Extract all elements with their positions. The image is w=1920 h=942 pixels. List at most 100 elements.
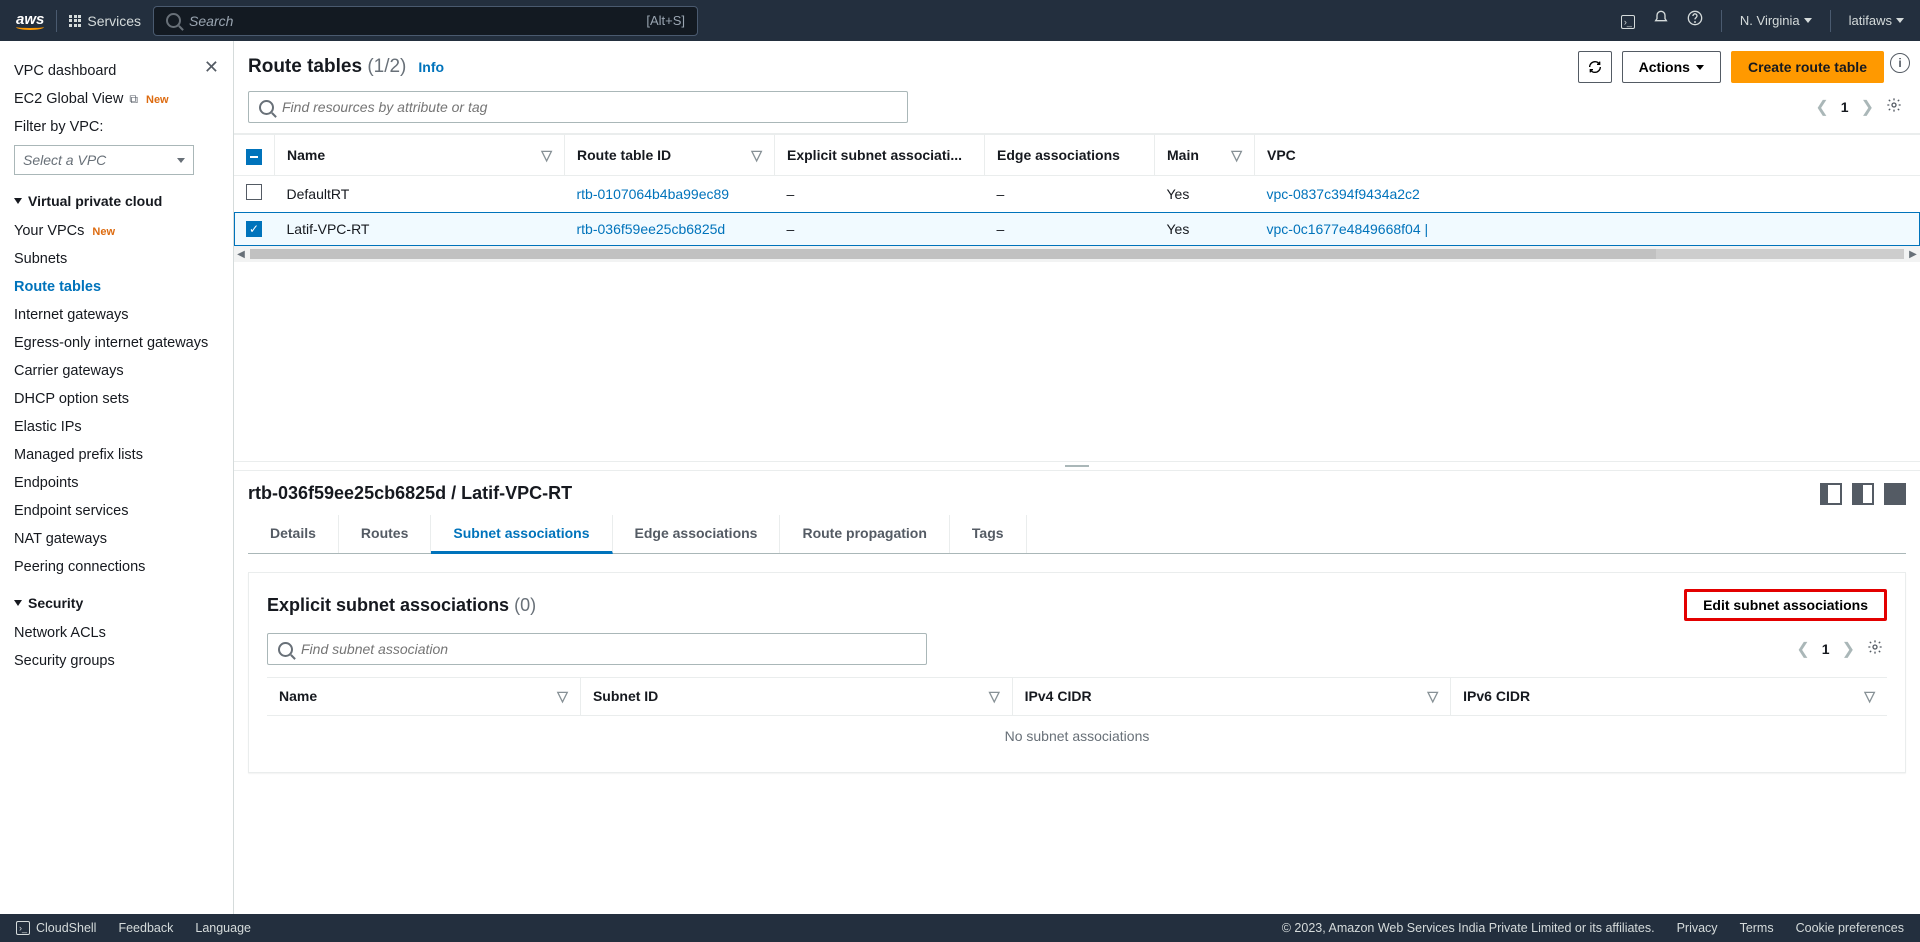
detail-title: rtb-036f59ee25cb6825d / Latif-VPC-RT [248,483,572,504]
sidebar-section-security[interactable]: Security [14,591,225,619]
sort-icon[interactable]: ▽ [1427,688,1438,705]
cloudshell-button[interactable]: ›_ CloudShell [16,921,96,935]
sort-icon[interactable]: ▽ [1864,688,1875,705]
sort-icon[interactable]: ▽ [989,688,1000,705]
grid-icon [69,15,81,27]
vpc-filter-select[interactable]: Select a VPC [14,145,194,175]
sidebar-section-vpc[interactable]: Virtual private cloud [14,189,225,217]
notifications-icon[interactable] [1653,10,1669,31]
info-panel-icon[interactable]: i [1890,53,1910,73]
gear-icon [1867,639,1883,655]
aws-logo[interactable]: aws [16,11,44,30]
tab-details[interactable]: Details [248,515,339,553]
cloudshell-icon[interactable]: ›_ [1621,12,1635,30]
sidebar-item-nat-gateways[interactable]: NAT gateways [14,525,225,553]
external-link-icon: ⧉ [129,92,138,106]
sidebar-item-dhcp-options[interactable]: DHCP option sets [14,385,225,413]
resource-filter[interactable] [248,91,908,123]
row-checkbox[interactable]: ✓ [246,221,262,237]
sidebar-item-your-vpcs[interactable]: Your VPCs New [14,217,225,245]
global-search[interactable]: [Alt+S] [153,6,698,36]
filter-input[interactable] [282,99,897,115]
sidebar-item-elastic-ips[interactable]: Elastic IPs [14,413,225,441]
horizontal-scrollbar[interactable]: ◀ ▶ [234,246,1920,262]
tab-subnet-associations[interactable]: Subnet associations [431,515,612,554]
route-table-link[interactable]: rtb-0107064b4ba99ec89 [565,176,775,212]
route-table-link[interactable]: rtb-036f59ee25cb6825d [565,212,775,246]
table-row[interactable]: ✓ Latif-VPC-RT rtb-036f59ee25cb6825d – –… [234,212,1920,246]
sort-icon[interactable]: ▽ [557,688,568,705]
sidebar-item-network-acls[interactable]: Network ACLs [14,619,225,647]
page-number: 1 [1822,641,1830,657]
region-selector[interactable]: N. Virginia [1740,13,1812,28]
next-page-button[interactable]: ❯ [1861,97,1874,117]
cookies-link[interactable]: Cookie preferences [1796,921,1904,935]
sidebar-item-subnets[interactable]: Subnets [14,245,225,273]
page-number: 1 [1841,99,1849,115]
chevron-down-icon [1696,65,1704,70]
services-menu[interactable]: Services [69,13,141,29]
tab-routes[interactable]: Routes [339,515,431,553]
refresh-icon [1587,59,1603,75]
sidebar-ec2-global-view[interactable]: EC2 Global View ⧉ New [14,85,225,113]
services-label: Services [87,13,141,29]
account-menu[interactable]: latifaws [1849,13,1904,28]
footer-bar: ›_ CloudShell Feedback Language © 2023, … [0,914,1920,942]
prev-page-button[interactable]: ❮ [1796,639,1809,659]
close-icon[interactable]: ✕ [204,57,219,78]
panel-resizer[interactable] [234,461,1920,471]
filter-vpc-label: Filter by VPC: [14,113,225,141]
search-shortcut: [Alt+S] [646,13,685,28]
search-input[interactable] [189,13,638,29]
sidebar-item-egress-gateways[interactable]: Egress-only internet gateways [14,329,225,357]
search-icon [166,13,181,28]
select-all-checkbox[interactable] [246,149,262,165]
view-half-button[interactable] [1852,483,1874,505]
tab-edge-associations[interactable]: Edge associations [613,515,781,553]
row-checkbox[interactable] [246,184,262,200]
view-full-button[interactable] [1884,483,1906,505]
privacy-link[interactable]: Privacy [1677,921,1718,935]
vpc-link[interactable]: vpc-0837c394f9434a2c2 [1255,176,1920,212]
sidebar-item-prefix-lists[interactable]: Managed prefix lists [14,441,225,469]
next-page-button[interactable]: ❯ [1842,639,1855,659]
actions-button[interactable]: Actions [1622,51,1721,83]
terms-link[interactable]: Terms [1740,921,1774,935]
create-route-table-button[interactable]: Create route table [1731,51,1884,83]
language-link[interactable]: Language [195,921,251,935]
settings-button[interactable] [1867,639,1887,659]
gear-icon [1886,97,1902,113]
sidebar-item-endpoints[interactable]: Endpoints [14,469,225,497]
subnet-filter-input[interactable] [301,641,916,657]
edit-subnet-associations-button[interactable]: Edit subnet associations [1684,589,1887,621]
sidebar-item-peering[interactable]: Peering connections [14,553,225,581]
sort-icon[interactable]: ▽ [541,147,552,164]
copyright: © 2023, Amazon Web Services India Privat… [1282,921,1655,935]
view-small-button[interactable] [1820,483,1842,505]
subnet-filter[interactable] [267,633,927,665]
help-icon[interactable] [1687,10,1703,31]
sidebar-item-carrier-gateways[interactable]: Carrier gateways [14,357,225,385]
route-tables-table: Name▽ Route table ID▽ Explicit subnet as… [234,135,1920,246]
sidebar-item-security-groups[interactable]: Security groups [14,647,225,675]
refresh-button[interactable] [1578,51,1612,83]
sidebar: ✕ VPC dashboard EC2 Global View ⧉ New Fi… [0,41,234,914]
settings-button[interactable] [1886,97,1906,117]
sidebar-item-internet-gateways[interactable]: Internet gateways [14,301,225,329]
empty-message: No subnet associations [267,716,1887,756]
sort-icon[interactable]: ▽ [751,147,762,164]
sidebar-vpc-dashboard[interactable]: VPC dashboard [14,57,225,85]
sort-icon[interactable]: ▽ [1231,147,1242,164]
sidebar-item-route-tables[interactable]: Route tables [14,273,225,301]
terminal-icon: ›_ [16,921,30,935]
search-icon [278,642,293,657]
info-link[interactable]: Info [418,59,444,75]
explicit-subnet-associations-card: Explicit subnet associations (0) Edit su… [248,572,1906,773]
feedback-link[interactable]: Feedback [118,921,173,935]
sidebar-item-endpoint-services[interactable]: Endpoint services [14,497,225,525]
prev-page-button[interactable]: ❮ [1815,97,1828,117]
tab-tags[interactable]: Tags [950,515,1027,553]
tab-route-propagation[interactable]: Route propagation [780,515,949,553]
table-row[interactable]: DefaultRT rtb-0107064b4ba99ec89 – – Yes … [234,176,1920,212]
vpc-link[interactable]: vpc-0c1677e4849668f04 | [1255,212,1920,246]
